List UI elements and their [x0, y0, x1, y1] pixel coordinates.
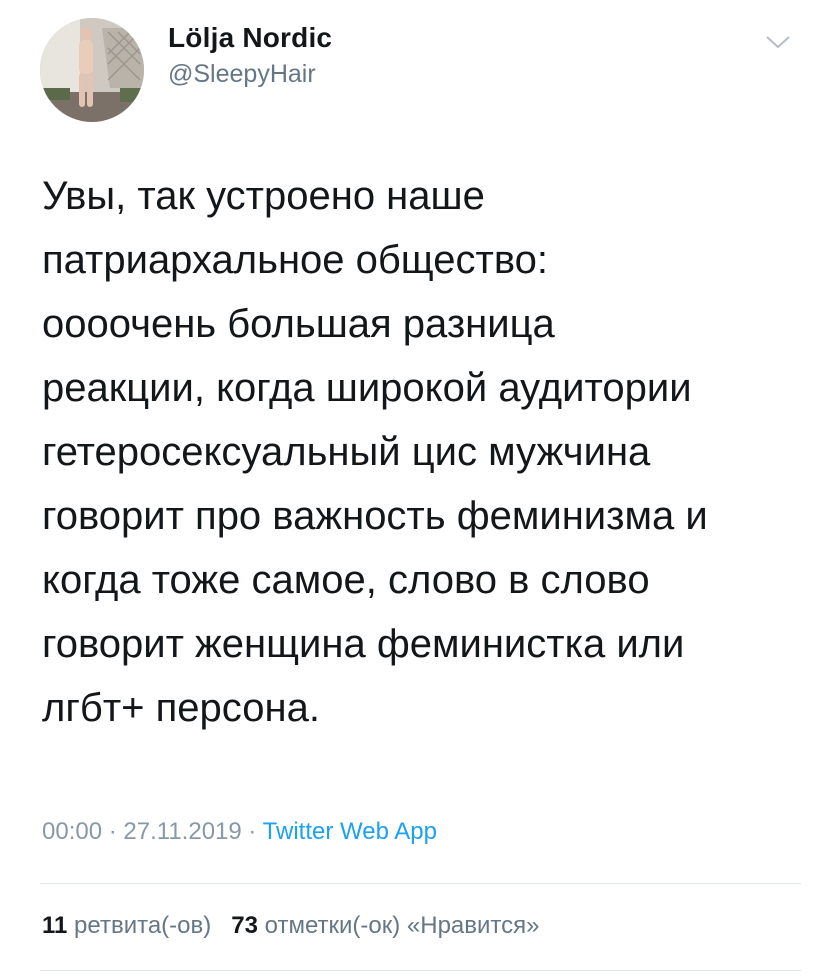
avatar[interactable] — [40, 18, 144, 122]
display-name[interactable]: Lölja Nordic — [168, 22, 332, 54]
tweet-date: 27.11.2019 — [123, 818, 242, 845]
meta-separator: · — [248, 818, 257, 845]
retweets-count: 11 — [42, 912, 68, 939]
chevron-down-icon[interactable] — [764, 32, 792, 52]
tweet-source-link[interactable]: Twitter Web App — [263, 818, 437, 845]
retweets-label: ретвита(-ов) — [74, 912, 212, 939]
likes-stat[interactable]: 73 отметки(-ок) «Нравится» — [231, 912, 539, 939]
tweet-meta: 00:00 · 27.11.2019 · Twitter Web App — [42, 818, 437, 846]
tweet-time: 00:00 — [42, 818, 103, 845]
tweet-stats: 11 ретвита(-ов) 73 отметки(-ок) «Нравитс… — [42, 912, 540, 940]
tweet-header: Lölja Nordic @SleepyHair — [0, 0, 827, 130]
user-handle[interactable]: @SleepyHair — [168, 60, 316, 89]
meta-separator: · — [108, 818, 117, 845]
divider — [40, 883, 801, 884]
tweet-text: Увы, так устроено наше патриархальное об… — [42, 174, 708, 730]
likes-count: 73 — [231, 912, 258, 939]
divider — [40, 970, 801, 971]
retweets-stat[interactable]: 11 ретвита(-ов) — [42, 912, 211, 939]
profile-photo-icon — [40, 18, 144, 122]
likes-label: отметки(-ок) «Нравится» — [264, 912, 540, 939]
